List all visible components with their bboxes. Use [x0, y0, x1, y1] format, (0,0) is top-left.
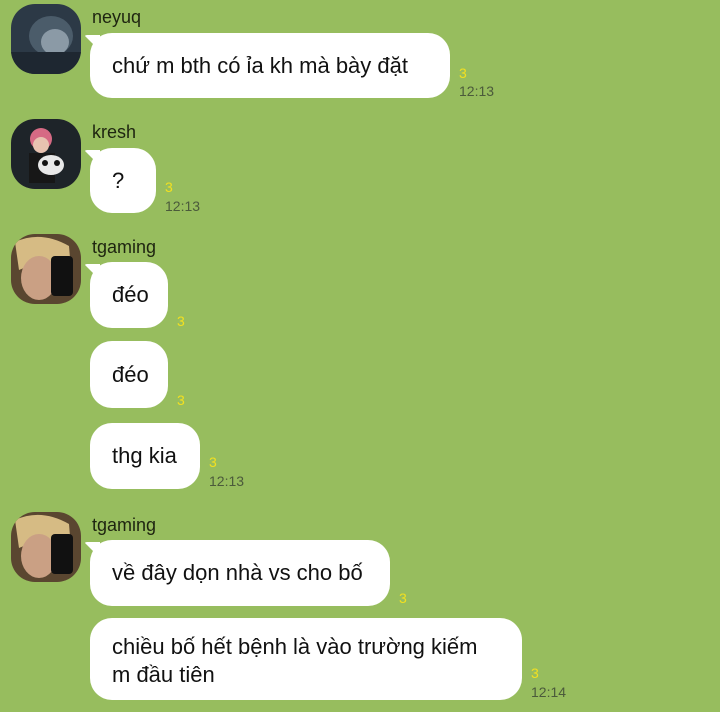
timestamp: 12:13: [459, 83, 495, 99]
read-count: 3: [531, 665, 539, 681]
avatar-kresh[interactable]: [11, 119, 81, 189]
message-text: đéo: [112, 361, 149, 387]
message-text: chiều bố hết bệnh là vào trường kiếm m đ…: [112, 634, 478, 687]
message-bubble[interactable]: về đây dọn nhà vs cho bố: [90, 540, 390, 606]
message-text: ?: [112, 167, 125, 193]
sender-name: tgaming: [92, 515, 157, 535]
message-text: về đây dọn nhà vs cho bố: [112, 560, 363, 585]
timestamp: 12:13: [209, 473, 245, 489]
read-count: 3: [209, 454, 217, 470]
avatar-neyuq[interactable]: [11, 4, 81, 74]
message-bubble[interactable]: đéo: [90, 262, 168, 328]
avatar-tgaming[interactable]: [11, 512, 81, 582]
sender-name: neyuq: [92, 7, 142, 27]
chat-room: neyuq chứ m bth có ỉa kh mà bày đặt 3 12…: [0, 0, 720, 712]
message-bubble[interactable]: chiều bố hết bệnh là vào trường kiếm m đ…: [90, 618, 522, 700]
read-count: 3: [177, 313, 185, 329]
sender-name: tgaming: [92, 237, 157, 257]
message-bubble[interactable]: đéo: [90, 341, 168, 408]
read-count: 3: [459, 65, 467, 81]
message-text: thg kia: [112, 443, 177, 468]
message-text: chứ m bth có ỉa kh mà bày đặt: [112, 52, 408, 78]
read-count: 3: [177, 392, 185, 408]
message-bubble[interactable]: chứ m bth có ỉa kh mà bày đặt: [90, 33, 450, 98]
message-bubble[interactable]: thg kia: [90, 423, 200, 489]
avatar-tgaming[interactable]: [11, 234, 81, 304]
read-count: 3: [165, 179, 173, 195]
timestamp: 12:14: [531, 684, 567, 700]
sender-name: kresh: [92, 122, 137, 142]
message-text: đéo: [112, 282, 149, 307]
read-count: 3: [399, 590, 407, 606]
timestamp: 12:13: [165, 198, 201, 214]
message-bubble[interactable]: ?: [90, 148, 156, 213]
